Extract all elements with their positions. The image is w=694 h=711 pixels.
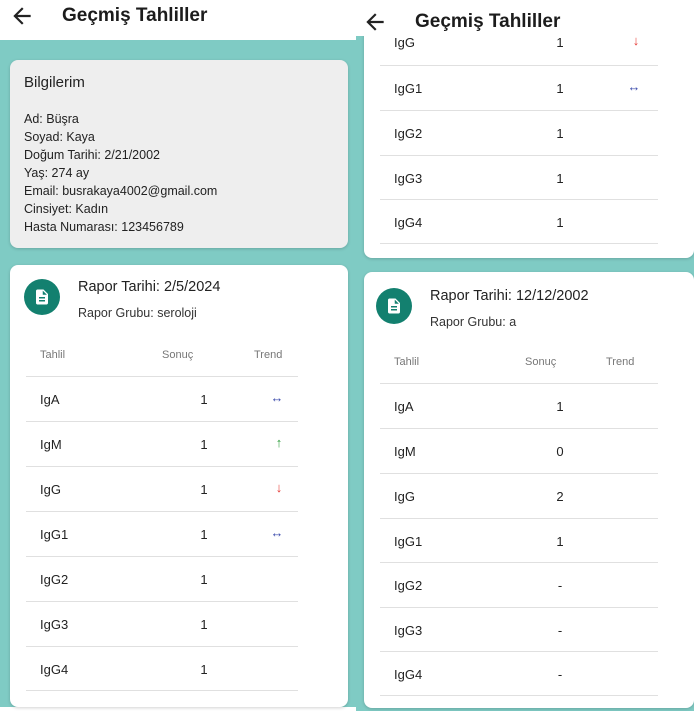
table-row: IgG4 1 bbox=[26, 646, 298, 691]
test-name: IgG1 bbox=[394, 81, 423, 96]
test-name: IgA bbox=[40, 392, 60, 407]
test-result: - bbox=[557, 623, 563, 638]
test-result: 0 bbox=[556, 444, 564, 459]
column-header-result: Sonuç bbox=[162, 349, 194, 361]
column-header-trend: Trend bbox=[254, 349, 283, 361]
test-result: 2 bbox=[556, 489, 564, 504]
profile-name: Ad: Büşra bbox=[24, 112, 79, 126]
table-row: IgG2 - bbox=[380, 562, 658, 607]
table-row: IgG1 1 ↔ bbox=[26, 511, 298, 556]
test-result: 1 bbox=[200, 437, 208, 452]
document-icon bbox=[388, 298, 400, 314]
test-name: IgG1 bbox=[40, 527, 69, 542]
table-row: IgG4 - bbox=[380, 651, 658, 696]
trend-stable-icon: ↔ bbox=[270, 525, 284, 540]
report-card[interactable]: Rapor Tarihi: 12/12/2002 Rapor Grubu: a … bbox=[364, 272, 694, 708]
trend-stable-icon: ↔ bbox=[627, 79, 641, 94]
arrow-left-icon[interactable] bbox=[362, 9, 388, 35]
profile-card: Bilgilerim Ad: Büşra Soyad: Kaya Doğum T… bbox=[10, 60, 348, 248]
test-name: IgG3 bbox=[394, 623, 423, 638]
test-name: IgM bbox=[394, 444, 416, 459]
table-row: IgG2 1 bbox=[26, 556, 298, 601]
test-name: IgG4 bbox=[394, 667, 423, 682]
test-result: 1 bbox=[200, 572, 208, 587]
table-row: IgM 1 ↑ bbox=[26, 421, 298, 466]
test-name: IgG3 bbox=[40, 617, 69, 632]
test-name: IgA bbox=[394, 399, 414, 414]
test-name: IgM bbox=[40, 437, 62, 452]
test-result: 1 bbox=[200, 527, 208, 542]
profile-age: Yaş: 274 ay bbox=[24, 166, 90, 180]
test-result: 1 bbox=[556, 35, 564, 50]
right-screen: IgG 1 ↓ IgG1 1 ↔ IgG2 1 IgG3 1 IgG4 1 Ra… bbox=[356, 0, 694, 711]
table-row: IgG3 1 bbox=[380, 155, 658, 200]
page-title: Geçmiş Tahliller bbox=[415, 11, 561, 32]
profile-email: Email: busrakaya4002@gmail.com bbox=[24, 184, 218, 198]
test-result: 1 bbox=[556, 81, 564, 96]
test-result: - bbox=[557, 578, 563, 593]
table-row: IgG 2 bbox=[380, 473, 658, 518]
test-result: 1 bbox=[200, 482, 208, 497]
document-icon bbox=[36, 289, 48, 305]
report-group: Rapor Grubu: a bbox=[430, 315, 517, 329]
test-result: 1 bbox=[556, 399, 564, 414]
test-result: 1 bbox=[200, 392, 208, 407]
table-row: IgG1 1 bbox=[380, 518, 658, 563]
test-name: IgG4 bbox=[40, 662, 69, 677]
table-row: IgG1 1 ↔ bbox=[380, 65, 658, 110]
page-title: Geçmiş Tahliller bbox=[62, 5, 208, 26]
column-header-test: Tahlil bbox=[394, 356, 420, 368]
test-result: - bbox=[557, 667, 563, 682]
app-bar: Geçmiş Tahliller bbox=[0, 0, 356, 40]
column-header-test: Tahlil bbox=[40, 349, 66, 361]
report-card-previous[interactable]: IgG 1 ↓ IgG1 1 ↔ IgG2 1 IgG3 1 IgG4 1 bbox=[364, 0, 694, 258]
profile-card-title: Bilgilerim bbox=[24, 74, 85, 91]
profile-birthdate: Doğum Tarihi: 2/21/2002 bbox=[24, 148, 160, 162]
table-row: IgG4 1 bbox=[380, 199, 658, 244]
test-name: IgG bbox=[40, 482, 61, 497]
test-name: IgG1 bbox=[394, 534, 423, 549]
test-name: IgG bbox=[394, 489, 415, 504]
test-name: IgG2 bbox=[40, 572, 69, 587]
trend-down-icon: ↓ bbox=[275, 480, 283, 495]
column-header-trend: Trend bbox=[606, 356, 635, 368]
table-row: IgG3 1 bbox=[26, 601, 298, 646]
table-row: IgG2 1 bbox=[380, 110, 658, 155]
trend-up-icon: ↑ bbox=[275, 435, 283, 450]
table-row: IgA 1 ↔ bbox=[26, 376, 298, 421]
test-result: 1 bbox=[556, 171, 564, 186]
arrow-left-icon[interactable] bbox=[9, 3, 35, 29]
profile-gender: Cinsiyet: Kadın bbox=[24, 202, 109, 216]
test-name: IgG4 bbox=[394, 215, 423, 230]
column-header-result: Sonuç bbox=[525, 356, 557, 368]
report-group: Rapor Grubu: seroloji bbox=[78, 306, 197, 320]
test-result: 1 bbox=[200, 617, 208, 632]
table-row: IgG 1 ↓ bbox=[26, 466, 298, 511]
table-row: IgM 0 bbox=[380, 428, 658, 473]
table-row: IgG3 - bbox=[380, 607, 658, 652]
report-avatar bbox=[24, 279, 60, 315]
test-result: 1 bbox=[556, 534, 564, 549]
test-name: IgG2 bbox=[394, 126, 423, 141]
report-date: Rapor Tarihi: 2/5/2024 bbox=[78, 279, 221, 295]
left-screen: Geçmiş Tahliller Bilgilerim Ad: Büşra So… bbox=[0, 0, 356, 711]
test-result: 1 bbox=[200, 662, 208, 677]
report-card[interactable]: Rapor Tarihi: 2/5/2024 Rapor Grubu: sero… bbox=[10, 265, 348, 707]
app-bar: Geçmiş Tahliller bbox=[356, 0, 694, 36]
test-name: IgG3 bbox=[394, 171, 423, 186]
test-result: 1 bbox=[556, 126, 564, 141]
report-date: Rapor Tarihi: 12/12/2002 bbox=[430, 288, 589, 304]
profile-patient-number: Hasta Numarası: 123456789 bbox=[24, 220, 184, 234]
profile-surname: Soyad: Kaya bbox=[24, 130, 95, 144]
test-name: IgG bbox=[394, 35, 415, 50]
report-avatar bbox=[376, 288, 412, 324]
test-name: IgG2 bbox=[394, 578, 423, 593]
test-result: 1 bbox=[556, 215, 564, 230]
trend-stable-icon: ↔ bbox=[270, 390, 284, 405]
table-row: IgA 1 bbox=[380, 383, 658, 428]
